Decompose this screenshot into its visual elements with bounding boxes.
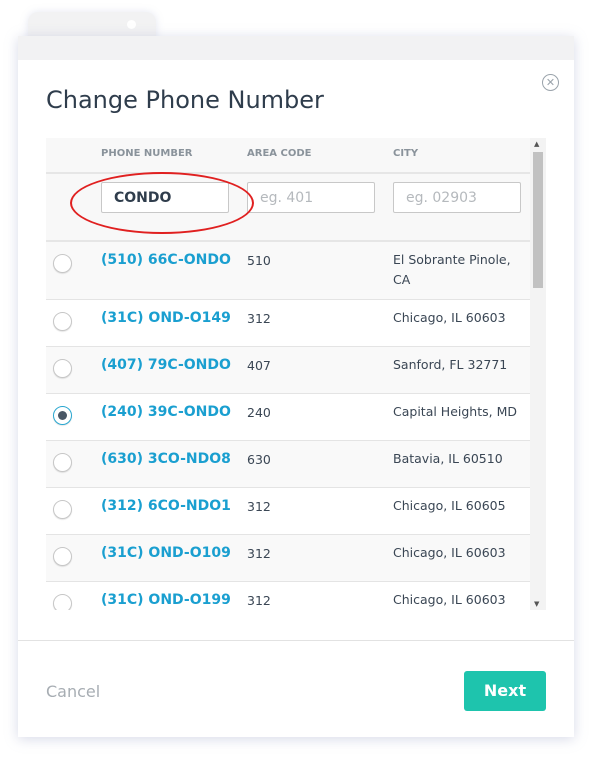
city: Chicago, IL 60605 (393, 498, 506, 513)
cancel-button[interactable]: Cancel (46, 682, 100, 701)
area-code: 312 (247, 546, 271, 561)
city: Chicago, IL 60603 (393, 545, 506, 560)
table-row[interactable]: (31C) OND-O109 312 Chicago, IL 60603 (46, 535, 530, 582)
city: Chicago, IL 60603 (393, 310, 506, 325)
phone-number[interactable]: (31C) OND-O149 (101, 310, 231, 326)
table-header: PHONE NUMBER AREA CODE CITY (46, 138, 530, 172)
modal-topbar (18, 36, 574, 60)
row-radio[interactable] (53, 312, 72, 331)
phone-number[interactable]: (312) 6CO-NDO1 (101, 498, 231, 514)
row-radio[interactable] (53, 594, 72, 610)
col-area: AREA CODE (247, 148, 312, 159)
area-code: 312 (247, 311, 271, 326)
next-button[interactable]: Next (464, 671, 546, 711)
phone-number[interactable]: (630) 3CO-NDO8 (101, 451, 231, 467)
area-code: 312 (247, 593, 271, 608)
scrollbar[interactable]: ▲ ▼ (530, 138, 546, 610)
area-code: 630 (247, 452, 271, 467)
area-code: 312 (247, 499, 271, 514)
row-radio[interactable] (53, 453, 72, 472)
phone-number[interactable]: (31C) OND-O109 (101, 545, 231, 561)
row-radio[interactable] (53, 254, 72, 273)
phone-number[interactable]: (407) 79C-ONDO (101, 357, 231, 373)
row-radio[interactable] (53, 500, 72, 519)
phone-table: PHONE NUMBER AREA CODE CITY (510) 66C-ON… (46, 138, 546, 610)
table-row[interactable]: (31C) OND-O149 312 Chicago, IL 60603 (46, 300, 530, 347)
table-row[interactable]: (312) 6CO-NDO1 312 Chicago, IL 60605 (46, 488, 530, 535)
area-code: 510 (247, 253, 271, 268)
area-code-filter-input[interactable] (247, 182, 375, 213)
modal-title: Change Phone Number (46, 86, 324, 114)
phone-number[interactable]: (31C) OND-O199 (101, 592, 231, 608)
table-row[interactable]: (240) 39C-ONDO 240 Capital Heights, MD (46, 394, 530, 441)
col-city: CITY (393, 148, 419, 159)
table-row[interactable]: (407) 79C-ONDO 407 Sanford, FL 32771 (46, 347, 530, 394)
city: Chicago, IL 60603 (393, 592, 506, 607)
change-phone-modal: ✕ Change Phone Number PHONE NUMBER AREA … (18, 36, 574, 737)
area-code: 407 (247, 358, 271, 373)
city: Batavia, IL 60510 (393, 451, 503, 466)
table-row[interactable]: (630) 3CO-NDO8 630 Batavia, IL 60510 (46, 441, 530, 488)
scrollbar-thumb[interactable] (533, 152, 543, 288)
tab-dot (127, 20, 136, 29)
table-row[interactable]: (510) 66C-ONDO 510 El Sobrante Pinole, C… (46, 242, 530, 300)
footer-divider (18, 640, 574, 641)
city: Sanford, FL 32771 (393, 357, 508, 372)
scroll-up-icon[interactable]: ▲ (534, 140, 539, 148)
close-icon[interactable]: ✕ (542, 74, 559, 91)
col-phone: PHONE NUMBER (101, 148, 193, 159)
phone-number[interactable]: (240) 39C-ONDO (101, 404, 231, 420)
row-radio[interactable] (53, 547, 72, 566)
row-radio[interactable] (53, 359, 72, 378)
scroll-down-icon[interactable]: ▼ (534, 600, 539, 608)
city-filter-input[interactable] (393, 182, 521, 213)
city: Capital Heights, MD (393, 404, 517, 419)
area-code: 240 (247, 405, 271, 420)
row-radio[interactable] (53, 406, 72, 425)
phone-number[interactable]: (510) 66C-ONDO (101, 252, 231, 268)
filter-row (46, 172, 530, 242)
city: El Sobrante Pinole, CA (393, 252, 511, 287)
phone-filter-input[interactable] (101, 182, 229, 213)
table-row[interactable]: (31C) OND-O199 312 Chicago, IL 60603 (46, 582, 530, 610)
